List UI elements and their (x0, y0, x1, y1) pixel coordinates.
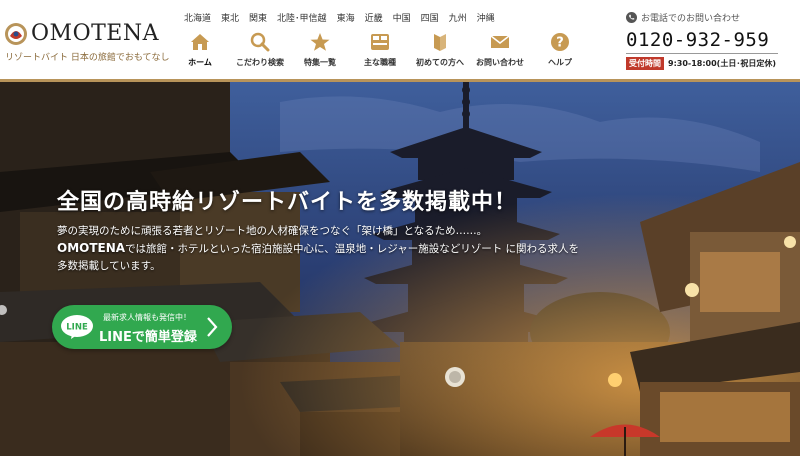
line-register-button[interactable]: LINE 最新求人情報も発信中！ LINEで簡単登録 (52, 305, 232, 349)
star-icon (310, 33, 330, 51)
line-button-label: LINEで簡単登録 (99, 330, 197, 345)
site-logo[interactable]: OMOTENA リゾートバイト 日本の旅館でおもてなし (4, 20, 176, 64)
region-link[interactable]: 北海道 (184, 11, 211, 24)
logo-text: OMOTENA (31, 21, 159, 46)
nav-jobs[interactable]: 主な職種 (350, 31, 410, 73)
nav-label: ホーム (188, 58, 212, 67)
region-link[interactable]: 東北 (221, 11, 239, 24)
line-logo-text: LINE (66, 323, 88, 333)
contact-label: お電話でのお問い合わせ (626, 11, 796, 24)
hero-desc-rest: では旅館・ホテルといった宿泊施設中心に、温泉地・レジャー施設などリゾート に関わ… (57, 243, 580, 272)
site-header: OMOTENA リゾートバイト 日本の旅館でおもてなし 北海道 東北 関東 北陸… (0, 0, 800, 79)
hero-headline: 全国の高時給リゾートバイトを多数掲載中！ (57, 190, 518, 215)
region-link[interactable]: 九州 (449, 11, 467, 24)
logo-tagline: リゾートバイト 日本の旅館でおもてなし (5, 53, 170, 63)
nav-label: 初めての方へ (416, 58, 464, 67)
line-logo-icon: LINE (61, 315, 93, 339)
main-nav: ホーム こだわり検索 特集一覧 主な職種 初めての方へ お問い合わせ ? ヘルプ (170, 31, 590, 73)
hours-text: 9:30-18:00(土日･祝日定休) (668, 59, 776, 68)
nav-label: こだわり検索 (236, 58, 284, 67)
region-link[interactable]: 東海 (337, 11, 355, 24)
beginner-icon (434, 34, 446, 51)
region-link[interactable]: 北陸･甲信越 (277, 11, 327, 24)
phone-number[interactable]: 0120-932-959 (626, 29, 796, 51)
chevron-right-icon (207, 317, 218, 337)
contact-block: お電話でのお問い合わせ 0120-932-959 受付時間 9:30-18:00… (626, 11, 796, 70)
nav-label: 特集一覧 (304, 58, 336, 67)
nav-home[interactable]: ホーム (170, 31, 230, 73)
region-link[interactable]: 近畿 (365, 11, 383, 24)
region-link[interactable]: 沖縄 (477, 11, 495, 24)
line-button-subtext: 最新求人情報も発信中！ (103, 313, 191, 322)
help-icon: ? (551, 33, 569, 51)
hero-desc-line1: 夢の実現のために頑張る若者とリゾート地の人材確保をつなぐ「架け橋」となるため……… (57, 225, 488, 237)
job-icon (371, 34, 389, 50)
nav-contact[interactable]: お問い合わせ (470, 31, 530, 73)
region-link[interactable]: 四国 (421, 11, 439, 24)
hero-desc-brand: OMOTENA (57, 241, 126, 255)
nav-label: ヘルプ (548, 58, 572, 67)
svg-text:?: ? (556, 36, 564, 51)
contact-label-text: お電話でのお問い合わせ (641, 14, 741, 24)
nav-beginner[interactable]: 初めての方へ (410, 31, 470, 73)
business-hours: 受付時間 9:30-18:00(土日･祝日定休) (626, 57, 796, 70)
phone-icon (626, 12, 637, 23)
hours-badge: 受付時間 (626, 57, 664, 70)
nav-features[interactable]: 特集一覧 (290, 31, 350, 73)
nav-search[interactable]: こだわり検索 (230, 31, 290, 73)
divider (626, 53, 778, 54)
home-icon (191, 34, 209, 50)
mail-icon (490, 35, 510, 48)
logo-mark-icon (5, 23, 27, 45)
nav-help[interactable]: ? ヘルプ (530, 31, 590, 73)
hero-banner: 全国の高時給リゾートバイトを多数掲載中！ 夢の実現のために頑張る若者とリゾート地… (0, 82, 800, 456)
region-link[interactable]: 関東 (249, 11, 267, 24)
region-links: 北海道 東北 関東 北陸･甲信越 東海 近畿 中国 四国 九州 沖縄 (184, 11, 505, 24)
region-link[interactable]: 中国 (393, 11, 411, 24)
nav-label: 主な職種 (364, 58, 396, 67)
nav-label: お問い合わせ (476, 58, 524, 67)
search-icon (250, 32, 270, 52)
hero-description: 夢の実現のために頑張る若者とリゾート地の人材確保をつなぐ「架け橋」となるため……… (57, 223, 587, 275)
